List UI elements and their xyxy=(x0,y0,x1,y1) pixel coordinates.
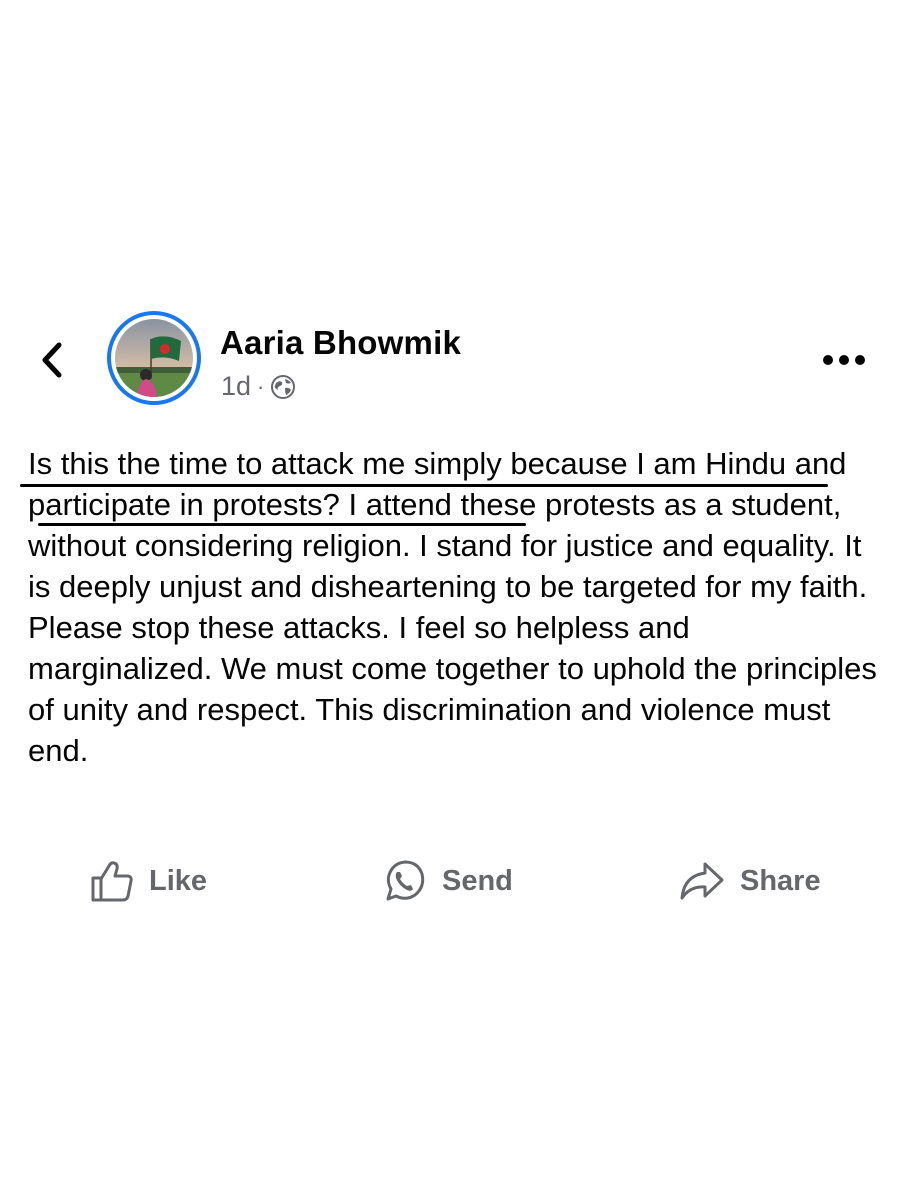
timestamp: 1d xyxy=(221,371,252,401)
profile-photo xyxy=(115,319,193,397)
meta-separator: · xyxy=(257,373,265,399)
share-arrow-icon xyxy=(680,862,724,900)
like-label: Like xyxy=(149,864,208,897)
send-button[interactable]: Send xyxy=(380,853,513,909)
share-button[interactable]: Share xyxy=(678,853,821,909)
chevron-left-icon xyxy=(42,342,62,378)
post-text-content: Is this the time to attack me simply bec… xyxy=(28,446,877,768)
avatar[interactable] xyxy=(107,311,201,405)
author-name[interactable]: Aaria Bhowmik xyxy=(220,324,461,362)
post-text: Is this the time to attack me simply bec… xyxy=(28,443,878,771)
more-options-button[interactable] xyxy=(816,340,872,380)
more-horizontal-icon xyxy=(823,355,865,365)
thumbs-up-icon xyxy=(91,861,133,902)
post-meta: 1d · xyxy=(221,371,296,402)
underline-mark xyxy=(20,484,828,487)
share-label: Share xyxy=(740,864,821,897)
like-button[interactable]: Like xyxy=(89,853,207,909)
send-label: Send xyxy=(442,864,513,897)
globe-icon xyxy=(271,374,296,399)
underline-mark xyxy=(38,523,526,526)
whatsapp-icon xyxy=(386,860,425,901)
back-button[interactable] xyxy=(30,338,74,382)
